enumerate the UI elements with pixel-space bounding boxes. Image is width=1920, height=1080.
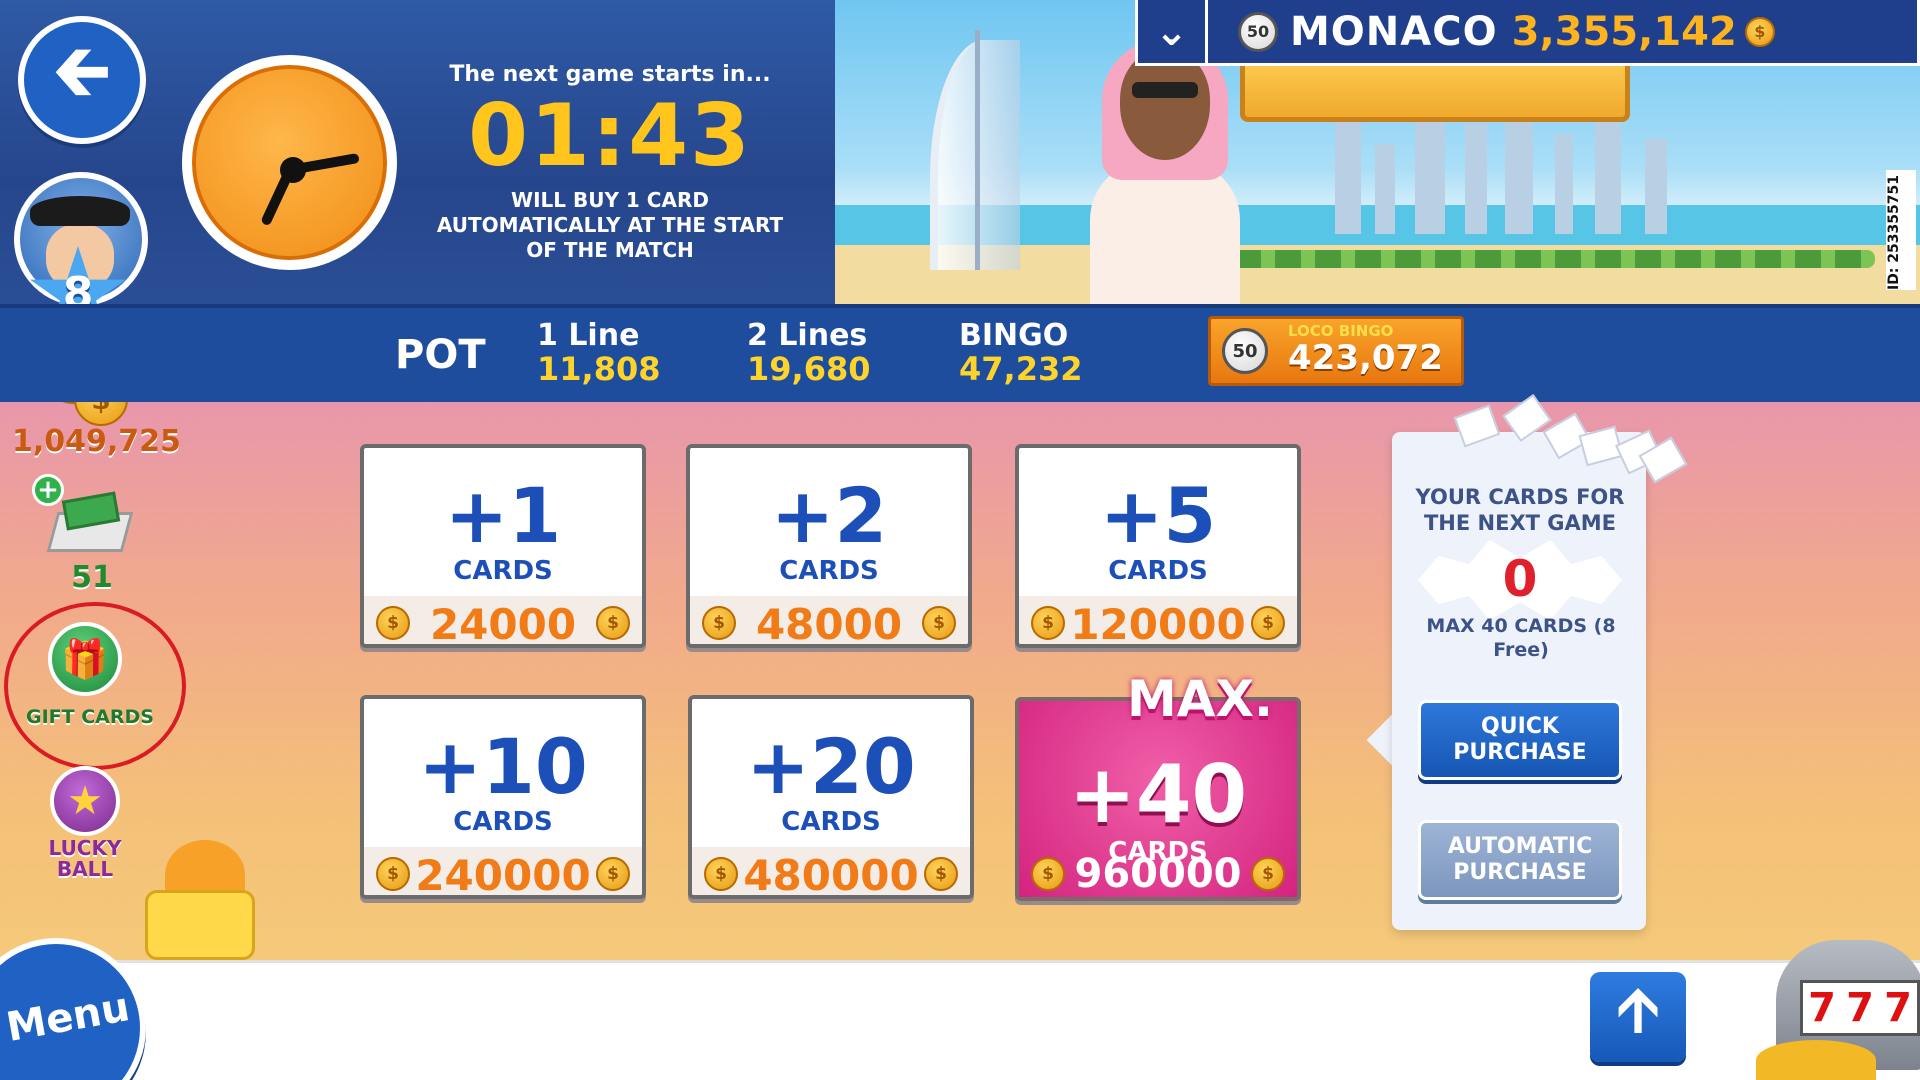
highlight-circle	[4, 602, 186, 770]
pack-count: +20	[746, 722, 916, 811]
scroll-up-button[interactable]: 🡩	[1590, 972, 1686, 1062]
buy-2-cards-pack[interactable]: +2 CARDS $ 48000 $	[686, 444, 972, 648]
clock-center	[280, 157, 306, 183]
pot-1-line-value: 11,808	[537, 350, 661, 388]
cash-tray-icon	[46, 488, 134, 558]
skyline-building	[1375, 144, 1395, 234]
room-ball-count: 50	[1246, 22, 1270, 41]
buy-10-cards-pack[interactable]: +10 CARDS $ 240000 $	[360, 695, 646, 899]
max-cards-note: MAX 40 CARDS (8 Free)	[1426, 615, 1616, 661]
bingo-ball-icon: 50	[1238, 11, 1278, 52]
pack-label: CARDS	[453, 807, 553, 837]
next-game-cards-count: 0	[1502, 550, 1538, 608]
pot-2-lines-label: 2 Lines	[747, 318, 868, 353]
coin-pile	[1756, 1040, 1876, 1080]
sheikh-character	[1080, 40, 1250, 310]
coin-icon: $	[1251, 606, 1285, 640]
star-icon: ★	[67, 778, 103, 824]
skyline-building	[1645, 139, 1667, 234]
next-game-cards-title: YOUR CARDS FOR THE NEXT GAME	[1415, 485, 1625, 535]
room-jackpot: 3,355,142	[1511, 8, 1737, 55]
coin-icon: $	[1251, 857, 1285, 891]
pack-count: +5	[1099, 471, 1217, 560]
pot-label: POT	[395, 332, 486, 378]
coin-icon: $	[922, 606, 956, 640]
mascot-body	[145, 890, 255, 960]
lucky-ball-label[interactable]: LUCKY BALL	[30, 838, 140, 880]
bingo-ball-icon: 50	[1222, 328, 1268, 374]
coin-icon: $	[924, 857, 958, 891]
pack-label: CARDS	[1108, 556, 1208, 586]
sunglasses	[1132, 82, 1198, 98]
coin-icon: $	[1744, 16, 1775, 47]
coin-icon: $	[596, 606, 630, 640]
pot-bingo-value: 47,232	[959, 350, 1083, 388]
pack-label: CARDS	[779, 556, 879, 586]
room-name: MONACO	[1290, 8, 1498, 55]
avatar-hat	[30, 196, 130, 226]
room-selector[interactable]: ⌄ 50 MONACO 3,355,142 $	[1135, 0, 1920, 66]
lucky-ball-button[interactable]: ★	[50, 766, 120, 836]
max-badge: MAX.	[1127, 670, 1273, 728]
buy-20-cards-pack[interactable]: +20 CARDS $ 480000 $	[688, 695, 974, 899]
skyline-building	[1465, 124, 1487, 234]
sheikh-body	[1090, 160, 1240, 310]
pot-2-lines-value: 19,680	[747, 350, 871, 388]
skyline-building	[1555, 134, 1573, 234]
automatic-purchase-label: AUTOMATIC PURCHASE	[1447, 834, 1593, 885]
arrow-up-icon: 🡩	[1616, 975, 1660, 1045]
pack-count: +40	[1068, 748, 1248, 841]
pack-count: +2	[770, 471, 888, 560]
automatic-purchase-button[interactable]: AUTOMATIC PURCHASE	[1418, 820, 1622, 900]
auto-buy-note: WILL BUY 1 CARD AUTOMATICALLY AT THE STA…	[436, 188, 784, 262]
buy-1-card-pack[interactable]: +1 CARDS $ 24000 $	[360, 444, 646, 648]
pot-bingo-label: BINGO	[959, 318, 1069, 353]
tower-mast	[975, 30, 980, 270]
chevron-down-icon[interactable]: ⌄	[1138, 0, 1208, 63]
pack-count: +1	[444, 471, 562, 560]
skyline-building	[1335, 114, 1361, 234]
back-button[interactable]: 🡰	[18, 16, 146, 144]
slot-machine-button[interactable]: 777	[1756, 930, 1920, 1080]
loco-bingo-value: 423,072	[1288, 338, 1443, 378]
sheikh-face	[1120, 50, 1210, 160]
quick-purchase-button[interactable]: QUICK PURCHASE	[1418, 700, 1622, 780]
card-balance: 51	[71, 560, 113, 595]
buy-5-cards-pack[interactable]: +5 CARDS $ 120000 $	[1015, 444, 1301, 648]
countdown-timer: 01:43	[468, 86, 752, 186]
player-id: ID: 253355751	[1886, 170, 1916, 290]
pack-label: CARDS	[781, 807, 881, 837]
pack-count: +10	[418, 722, 588, 811]
countdown-title: The next game starts in...	[449, 62, 771, 87]
coin-icon: $	[596, 857, 630, 891]
slot-reels: 777	[1800, 980, 1920, 1036]
pack-label: CARDS	[453, 556, 553, 586]
clock-icon	[182, 55, 397, 270]
skyline-building	[1595, 104, 1621, 234]
arrow-left-icon: 🡰	[53, 29, 111, 112]
quick-purchase-label: QUICK PURCHASE	[1453, 714, 1587, 765]
bingo-card-mascot	[135, 840, 285, 960]
pot-1-line-label: 1 Line	[537, 318, 640, 353]
coin-balance: 1,049,725	[12, 424, 181, 459]
loco-ball-number: 50	[1232, 340, 1258, 362]
